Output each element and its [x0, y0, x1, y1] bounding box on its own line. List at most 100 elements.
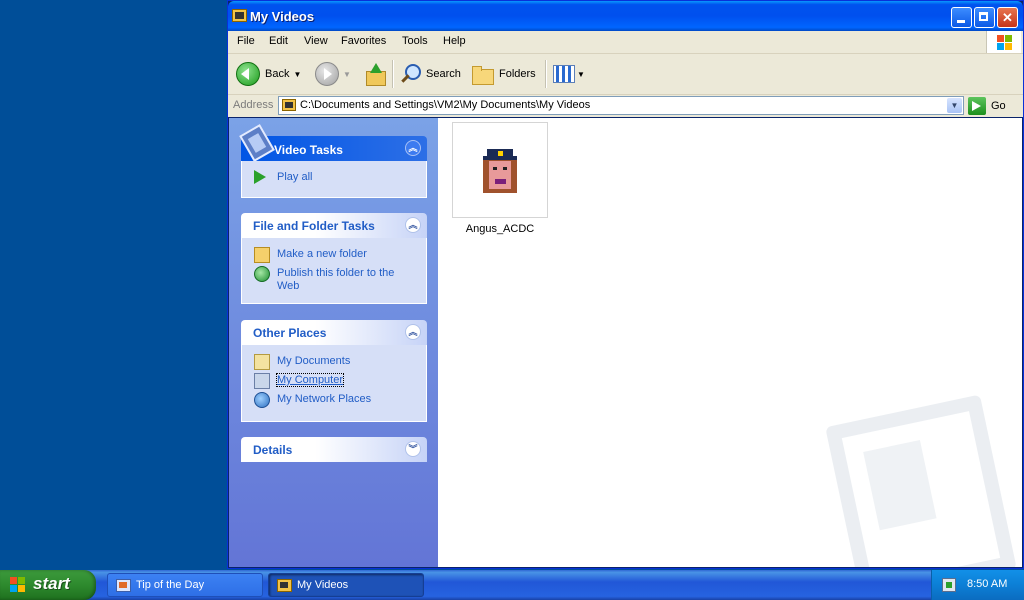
other-places-header[interactable]: Other Places ︽	[241, 320, 427, 345]
video-folder-icon	[282, 99, 296, 111]
file-folder-tasks-body: Make a new folder Publish this folder to…	[241, 238, 427, 304]
publish-folder-link[interactable]: Publish this folder to the Web	[254, 266, 402, 293]
explorer-window: My Videos ✕ File Edit View Favorites Too…	[227, 0, 1024, 569]
start-label: start	[33, 574, 70, 593]
maximize-button[interactable]	[974, 7, 995, 28]
video-folder-icon	[232, 9, 247, 22]
task-label: My Computer	[275, 373, 345, 387]
window-title: My Videos	[250, 9, 315, 24]
menu-file[interactable]: File	[237, 35, 255, 47]
file-thumbnail[interactable]	[452, 122, 548, 218]
windows-logo-icon	[10, 577, 26, 593]
minimize-button[interactable]	[951, 7, 972, 28]
up-folder-icon	[365, 63, 386, 86]
my-computer-link[interactable]: My Computer	[254, 373, 426, 389]
play-all-link[interactable]: Play all	[254, 170, 426, 184]
search-icon	[399, 63, 421, 85]
video-tasks-body: Play all	[241, 161, 427, 198]
other-places-body: My Documents My Computer My Network Plac…	[241, 345, 427, 422]
forward-button[interactable]: ▼	[315, 61, 351, 87]
views-button[interactable]: ▼	[553, 61, 585, 87]
search-label: Search	[426, 68, 461, 80]
folders-icon	[472, 65, 494, 85]
toolbar-divider	[545, 60, 547, 88]
address-field[interactable]: C:\Documents and Settings\VM2\My Documen…	[278, 96, 964, 115]
film-strip-watermark-icon	[825, 394, 1017, 567]
my-computer-icon	[254, 373, 270, 389]
menu-edit[interactable]: Edit	[269, 35, 288, 47]
other-places-panel: Other Places ︽ My Documents My Computer …	[241, 320, 427, 422]
taskbar: start Tip of the Day My Videos 8:50 AM	[0, 570, 1024, 600]
file-folder-tasks-header[interactable]: File and Folder Tasks ︽	[241, 213, 427, 238]
standard-toolbar: Back ▼ ▼ Search Folders ▼	[228, 54, 1023, 95]
network-tray-icon[interactable]	[942, 578, 956, 592]
play-icon	[254, 170, 266, 184]
address-bar: Address C:\Documents and Settings\VM2\My…	[228, 95, 1023, 117]
collapse-icon[interactable]: ︽	[405, 217, 421, 233]
video-tasks-panel: Video Tasks ︽ Play all	[239, 124, 427, 198]
menu-help[interactable]: Help	[443, 35, 466, 47]
menu-tools[interactable]: Tools	[402, 35, 428, 47]
close-button[interactable]: ✕	[997, 7, 1018, 28]
task-label: Publish this folder to the Web	[277, 267, 395, 292]
chevron-down-icon[interactable]: ▼	[577, 70, 585, 79]
clock[interactable]: 8:50 AM	[967, 578, 1007, 590]
back-label: Back	[265, 68, 290, 80]
forward-arrow-icon	[315, 62, 339, 86]
other-places-title: Other Places	[253, 326, 327, 340]
system-tray: 8:50 AM	[931, 570, 1024, 600]
address-label: Address	[233, 99, 274, 111]
expand-icon[interactable]: ︾	[405, 441, 421, 457]
video-tasks-title: Video Tasks	[274, 143, 343, 157]
new-folder-icon	[254, 247, 270, 263]
go-arrow-icon	[968, 97, 986, 115]
angus-thumbnail-icon	[483, 149, 517, 193]
file-folder-tasks-title: File and Folder Tasks	[253, 219, 375, 233]
go-button[interactable]: Go	[968, 96, 1006, 116]
task-label: My Network Places	[277, 393, 372, 405]
my-documents-link[interactable]: My Documents	[254, 354, 426, 370]
details-title: Details	[253, 443, 293, 457]
video-tasks-header[interactable]: Video Tasks ︽	[239, 124, 427, 162]
chevron-down-icon[interactable]: ▼	[947, 98, 962, 113]
file-name: Angus_ACDC	[465, 223, 535, 235]
details-panel: Details ︾	[241, 437, 427, 462]
taskbar-button-label: Tip of the Day	[136, 579, 205, 591]
file-item[interactable]: Angus_ACDC	[452, 122, 548, 235]
menu-favorites[interactable]: Favorites	[341, 35, 386, 47]
taskbar-button-my-videos[interactable]: My Videos	[268, 573, 424, 597]
back-arrow-icon	[236, 62, 260, 86]
taskbar-button-tip-of-the-day[interactable]: Tip of the Day	[107, 573, 263, 597]
tip-window-icon	[116, 579, 131, 592]
my-documents-icon	[254, 354, 270, 370]
up-folder-button[interactable]	[365, 61, 386, 87]
collapse-icon[interactable]: ︽	[405, 140, 421, 156]
task-label: My Documents	[277, 355, 351, 367]
collapse-icon[interactable]: ︽	[405, 324, 421, 340]
go-label: Go	[991, 100, 1006, 112]
search-button[interactable]: Search	[399, 61, 461, 87]
toolbar-divider	[392, 60, 394, 88]
file-folder-tasks-panel: File and Folder Tasks ︽ Make a new folde…	[241, 213, 427, 304]
views-icon	[553, 65, 575, 83]
film-strip-icon	[239, 124, 275, 162]
title-bar[interactable]: My Videos ✕	[228, 1, 1023, 31]
menu-bar: File Edit View Favorites Tools Help	[228, 31, 1023, 54]
task-label: Play all	[277, 171, 313, 183]
back-button[interactable]: Back ▼	[236, 61, 301, 87]
folders-button[interactable]: Folders	[472, 61, 536, 87]
windows-logo-icon	[986, 31, 1021, 53]
task-label: Make a new folder	[277, 248, 367, 260]
menu-view[interactable]: View	[304, 35, 328, 47]
publish-web-icon	[254, 266, 270, 282]
task-pane: Video Tasks ︽ Play all File and Folder T…	[229, 118, 438, 567]
taskbar-button-label: My Videos	[297, 579, 349, 591]
details-header[interactable]: Details ︾	[241, 437, 427, 462]
address-path[interactable]: C:\Documents and Settings\VM2\My Documen…	[300, 99, 590, 111]
chevron-down-icon[interactable]: ▼	[293, 70, 301, 79]
network-places-icon	[254, 392, 270, 408]
chevron-down-icon[interactable]: ▼	[343, 70, 351, 79]
start-button[interactable]: start	[0, 570, 96, 600]
my-network-places-link[interactable]: My Network Places	[254, 392, 426, 408]
make-new-folder-link[interactable]: Make a new folder	[254, 247, 426, 263]
